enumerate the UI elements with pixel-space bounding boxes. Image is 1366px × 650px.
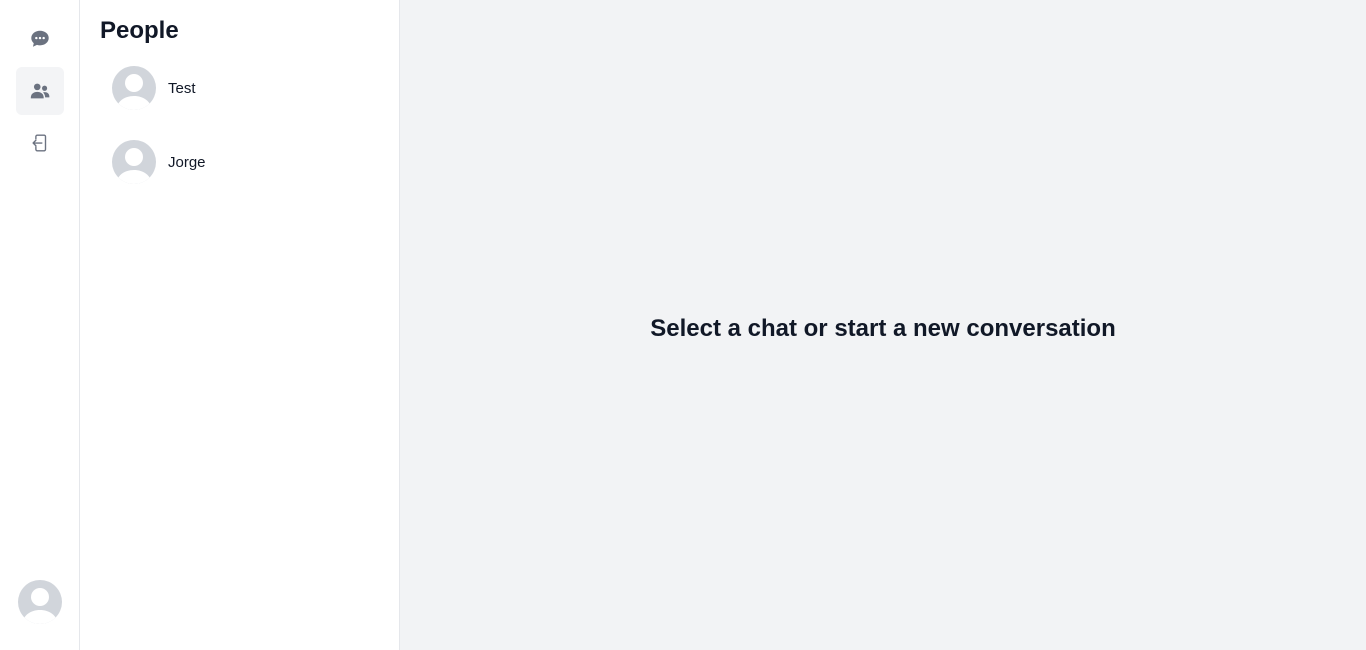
- person-avatar-icon: [112, 140, 156, 184]
- rail-people-button[interactable]: [15, 67, 64, 115]
- people-panel: People Test Jorge: [80, 0, 400, 650]
- user-avatar-icon[interactable]: [18, 580, 62, 624]
- people-title: People: [100, 17, 179, 44]
- users-icon: [30, 83, 49, 99]
- person-item-jorge[interactable]: Jorge: [100, 134, 379, 190]
- logout-icon: [31, 134, 46, 152]
- person-name: Test: [168, 79, 196, 97]
- app: People Test Jorge Select a chat or start…: [0, 0, 1366, 650]
- person-name: Jorge: [168, 153, 206, 171]
- icon-rail: [0, 0, 80, 650]
- person-avatar-icon: [112, 66, 156, 110]
- rail-nav: [15, 15, 64, 167]
- empty-state-message: Select a chat or start a new conversatio…: [650, 315, 1116, 342]
- chat-bubble-icon: [30, 30, 49, 47]
- rail-chats-button[interactable]: [16, 15, 64, 63]
- main-chat-area: Select a chat or start a new conversatio…: [400, 0, 1366, 650]
- person-item-test[interactable]: Test: [100, 60, 379, 116]
- rail-logout-button[interactable]: [16, 119, 64, 167]
